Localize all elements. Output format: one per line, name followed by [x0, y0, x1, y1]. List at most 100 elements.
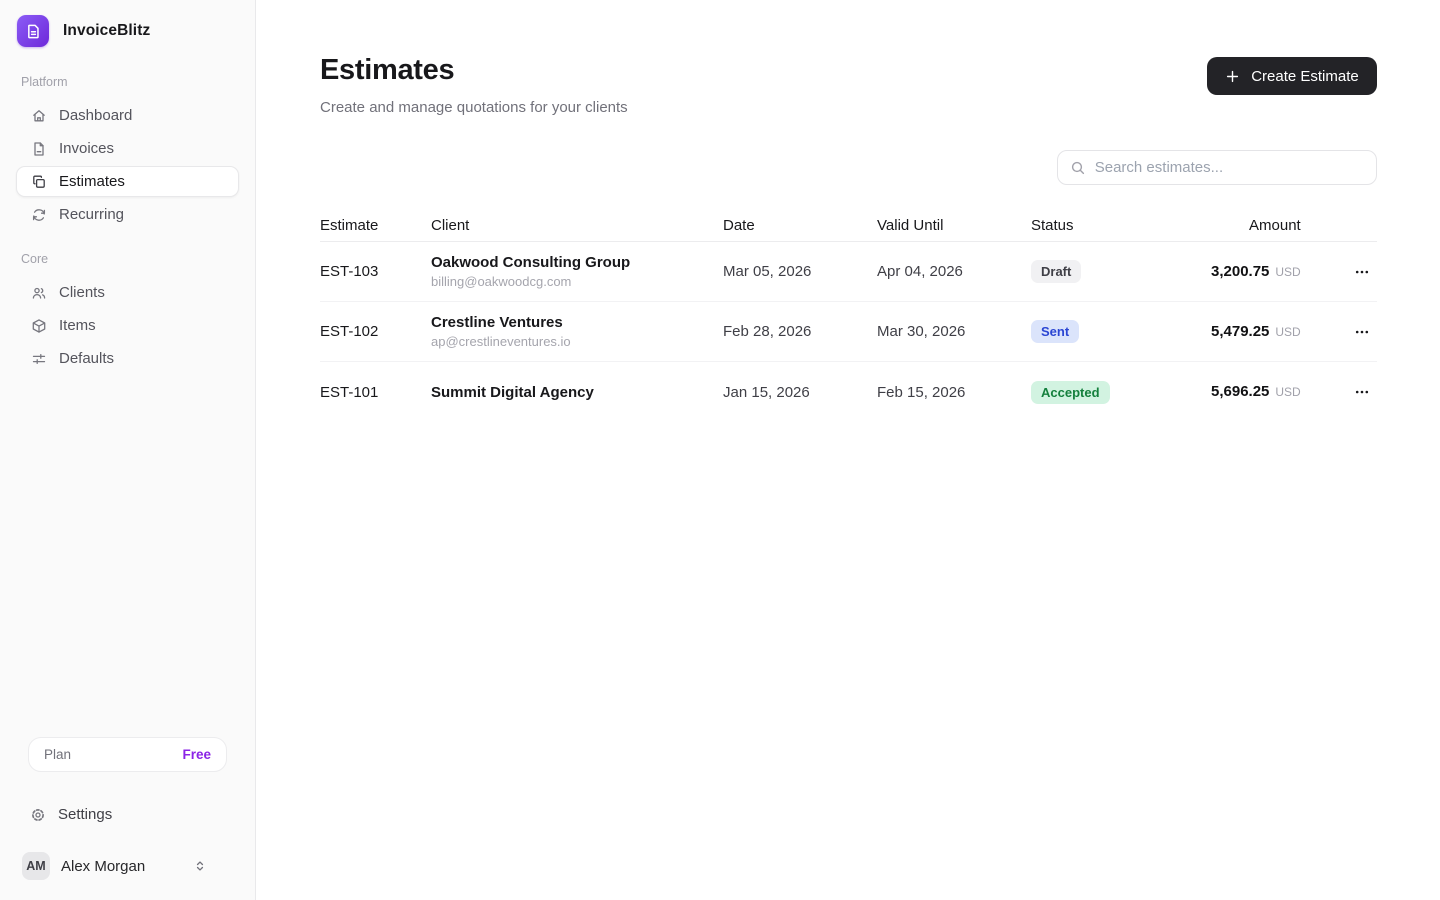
- app-name: InvoiceBlitz: [63, 22, 150, 40]
- ellipsis-icon: [1354, 324, 1370, 340]
- sidebar-item-clients[interactable]: Clients: [16, 277, 239, 308]
- status-cell: Draft: [1031, 260, 1211, 283]
- plan-card: Plan Free: [28, 737, 227, 772]
- actions-cell: [1337, 377, 1377, 407]
- client-cell: Oakwood Consulting Group billing@oakwood…: [431, 254, 723, 289]
- table-row: EST-101 Summit Digital Agency Jan 15, 20…: [320, 362, 1377, 422]
- currency-label: USD: [1275, 325, 1300, 339]
- copy-icon: [31, 174, 47, 190]
- sidebar-item-dashboard[interactable]: Dashboard: [16, 100, 239, 131]
- currency-label: USD: [1275, 265, 1300, 279]
- sidebar-item-invoices[interactable]: Invoices: [16, 133, 239, 164]
- create-estimate-label: Create Estimate: [1251, 68, 1359, 85]
- amount-value: 3,200.75: [1211, 263, 1269, 280]
- table-row: EST-103 Oakwood Consulting Group billing…: [320, 242, 1377, 302]
- sidebar-item-label: Items: [59, 317, 96, 334]
- user-name: Alex Morgan: [61, 858, 145, 875]
- home-icon: [31, 108, 47, 124]
- amount-value: 5,696.25: [1211, 383, 1269, 400]
- page-header: Estimates Create and manage quotations f…: [320, 54, 1377, 116]
- app-logo: InvoiceBlitz: [16, 15, 239, 47]
- search-input[interactable]: [1095, 159, 1364, 176]
- estimate-date: Feb 28, 2026: [723, 323, 877, 340]
- amount-cell: 5,696.25 USD: [1211, 383, 1337, 401]
- plus-icon: [1225, 69, 1240, 84]
- status-cell: Accepted: [1031, 381, 1211, 404]
- sidebar-item-label: Dashboard: [59, 107, 132, 124]
- search-row: [320, 150, 1377, 185]
- row-actions-button[interactable]: [1347, 377, 1377, 407]
- row-actions-button[interactable]: [1347, 317, 1377, 347]
- plan-value-badge: Free: [182, 747, 211, 762]
- actions-cell: [1337, 257, 1377, 287]
- estimate-id: EST-101: [320, 384, 431, 401]
- amount-cell: 3,200.75 USD: [1211, 263, 1337, 281]
- page-title: Estimates: [320, 54, 628, 87]
- chevron-up-down-icon: [193, 859, 233, 873]
- refresh-icon: [31, 207, 47, 223]
- amount-cell: 5,479.25 USD: [1211, 323, 1337, 341]
- valid-until-date: Apr 04, 2026: [877, 263, 1031, 280]
- sidebar-item-label: Estimates: [59, 173, 125, 190]
- valid-until-date: Feb 15, 2026: [877, 384, 1031, 401]
- user-menu[interactable]: AM Alex Morgan: [16, 852, 239, 880]
- sidebar: InvoiceBlitz Platform Dashboard Invoices…: [0, 0, 256, 900]
- estimate-date: Jan 15, 2026: [723, 384, 877, 401]
- gear-icon: [30, 807, 46, 823]
- column-header-valid-until: Valid Until: [877, 217, 1031, 234]
- client-cell: Summit Digital Agency: [431, 384, 723, 401]
- valid-until-date: Mar 30, 2026: [877, 323, 1031, 340]
- plan-label: Plan: [44, 747, 71, 762]
- sidebar-item-label: Invoices: [59, 140, 114, 157]
- create-estimate-button[interactable]: Create Estimate: [1207, 57, 1377, 95]
- actions-cell: [1337, 317, 1377, 347]
- sidebar-item-settings[interactable]: Settings: [16, 799, 239, 830]
- column-header-amount: Amount: [1211, 217, 1337, 234]
- sidebar-item-defaults[interactable]: Defaults: [16, 343, 239, 374]
- client-name: Summit Digital Agency: [431, 384, 723, 401]
- column-header-date: Date: [723, 217, 877, 234]
- sidebar-spacer: [16, 376, 239, 737]
- status-badge: Accepted: [1031, 381, 1110, 404]
- box-icon: [31, 318, 47, 334]
- ellipsis-icon: [1354, 384, 1370, 400]
- client-email: ap@crestlineventures.io: [431, 334, 723, 349]
- estimate-date: Mar 05, 2026: [723, 263, 877, 280]
- currency-label: USD: [1275, 385, 1300, 399]
- status-badge: Sent: [1031, 320, 1079, 343]
- ellipsis-icon: [1354, 264, 1370, 280]
- page-subtitle: Create and manage quotations for your cl…: [320, 99, 628, 116]
- status-badge: Draft: [1031, 260, 1081, 283]
- estimates-table: Estimate Client Date Valid Until Status …: [320, 210, 1377, 422]
- sidebar-item-label: Defaults: [59, 350, 114, 367]
- sidebar-item-recurring[interactable]: Recurring: [16, 199, 239, 230]
- sidebar-section-core: Core: [16, 252, 239, 266]
- estimate-id: EST-103: [320, 263, 431, 280]
- column-header-client: Client: [431, 217, 723, 234]
- estimate-id: EST-102: [320, 323, 431, 340]
- sliders-icon: [31, 351, 47, 367]
- file-icon: [31, 141, 47, 157]
- table-row: EST-102 Crestline Ventures ap@crestlinev…: [320, 302, 1377, 362]
- status-cell: Sent: [1031, 320, 1211, 343]
- search-icon: [1070, 160, 1086, 176]
- column-header-estimate: Estimate: [320, 217, 431, 234]
- client-email: billing@oakwoodcg.com: [431, 274, 723, 289]
- client-name: Oakwood Consulting Group: [431, 254, 723, 271]
- users-icon: [31, 285, 47, 301]
- sidebar-item-items[interactable]: Items: [16, 310, 239, 341]
- table-header-row: Estimate Client Date Valid Until Status …: [320, 210, 1377, 242]
- column-header-status: Status: [1031, 217, 1211, 234]
- row-actions-button[interactable]: [1347, 257, 1377, 287]
- client-name: Crestline Ventures: [431, 314, 723, 331]
- sidebar-section-platform: Platform: [16, 75, 239, 89]
- avatar: AM: [22, 852, 50, 880]
- settings-label: Settings: [58, 806, 112, 823]
- sidebar-item-estimates[interactable]: Estimates: [16, 166, 239, 197]
- page-heading-group: Estimates Create and manage quotations f…: [320, 54, 628, 116]
- sidebar-item-label: Recurring: [59, 206, 124, 223]
- main-content: Estimates Create and manage quotations f…: [256, 0, 1440, 900]
- search-box: [1057, 150, 1377, 185]
- amount-value: 5,479.25: [1211, 323, 1269, 340]
- client-cell: Crestline Ventures ap@crestlineventures.…: [431, 314, 723, 349]
